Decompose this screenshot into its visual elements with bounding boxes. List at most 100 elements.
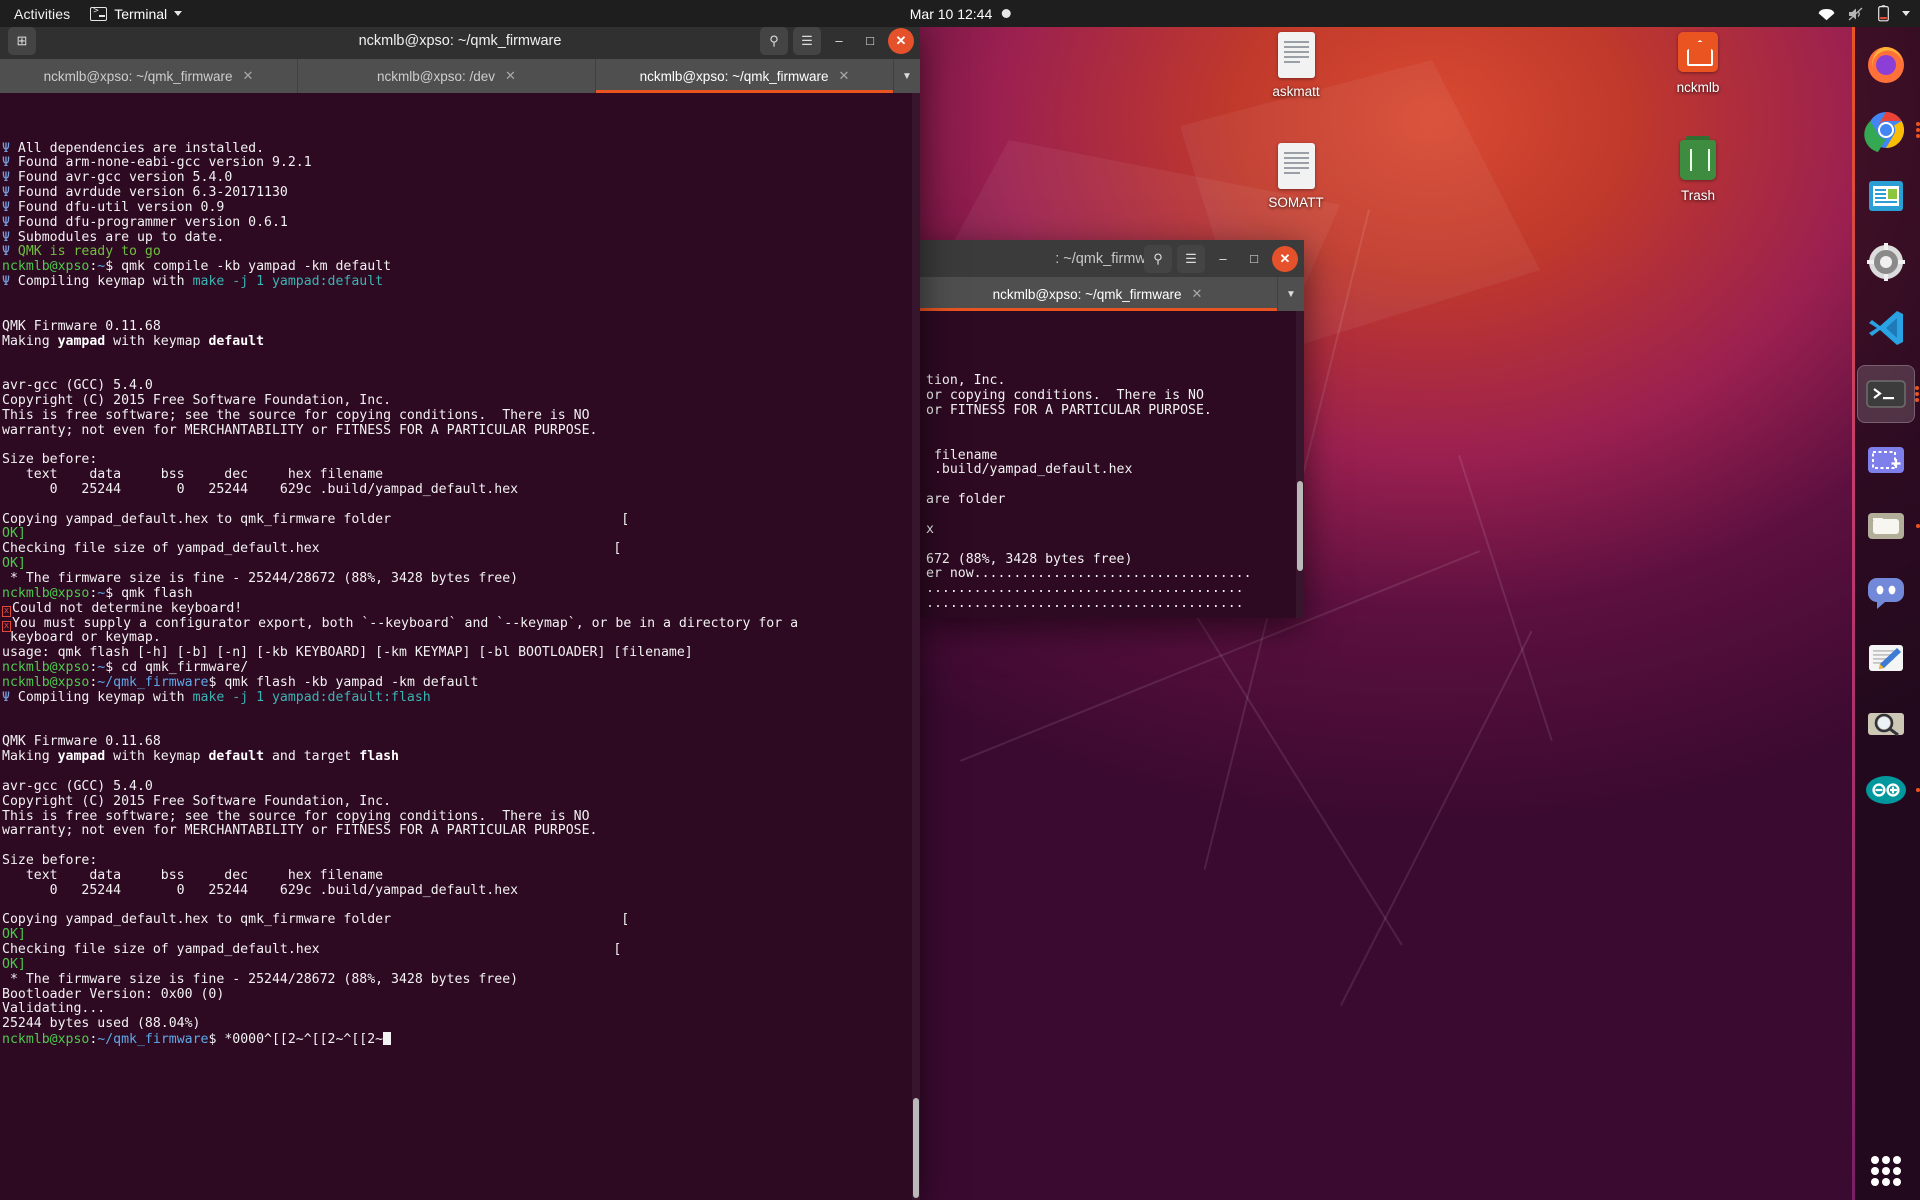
terminal-text: This is free software; see the source fo… — [2, 809, 590, 824]
tab-label: nckmlb@xpso: ~/qmk_firmware — [993, 287, 1182, 302]
dock-item-firefox[interactable] — [1857, 35, 1915, 93]
terminal-text: Ψ — [2, 215, 18, 230]
terminal-text: and target — [264, 749, 359, 764]
terminal-line: Ψ Found dfu-programmer version 0.6.1 — [2, 216, 920, 231]
titlebar-background-window[interactable]: : ~/qmk_firmware ⚲ ☰ – □ ✕ — [918, 240, 1304, 277]
scrollbar-thumb-back[interactable] — [1297, 481, 1303, 571]
libreoffice-writer-icon — [1864, 174, 1908, 218]
terminal-text: OK] — [2, 957, 26, 972]
terminal-text: default — [208, 749, 264, 764]
scrollbar-thumb-front[interactable] — [913, 1098, 919, 1198]
terminal-line: tion, Inc. — [920, 374, 1304, 389]
close-tab-icon[interactable]: ✕ — [1191, 286, 1202, 302]
close-tab-icon[interactable]: ✕ — [242, 68, 253, 84]
dock-item-terminal[interactable] — [1857, 365, 1915, 423]
terminal-line: warranty; not even for MERCHANTABILITY o… — [2, 824, 920, 839]
chevron-down-icon[interactable]: ▼ — [1278, 277, 1304, 311]
terminal-text: Size before: — [2, 853, 97, 868]
desktop-icon-somatt[interactable]: SOMATT — [1248, 143, 1344, 210]
minimize-icon[interactable]: – — [1210, 246, 1236, 272]
desktop-icon-label: askmatt — [1272, 84, 1319, 99]
maximize-icon[interactable]: □ — [1241, 246, 1267, 272]
terminal-text: This is free software; see the source fo… — [2, 408, 590, 423]
search-icon[interactable]: ⚲ — [1144, 245, 1172, 273]
dock-item-vscode[interactable] — [1857, 299, 1915, 357]
desktop-icon-trash[interactable]: Trash — [1650, 140, 1746, 203]
vscode-icon — [1864, 306, 1908, 350]
terminal-line: Ψ All dependencies are installed. — [2, 142, 920, 157]
wallpaper-line-4 — [1340, 631, 1532, 1006]
close-tab-icon[interactable]: ✕ — [838, 68, 849, 84]
running-indicator — [1916, 522, 1920, 530]
wifi-icon — [1818, 7, 1835, 21]
ubuntu-dock[interactable] — [1852, 27, 1920, 1200]
terminal-text: OK] — [2, 556, 26, 571]
terminal-text: Found avr-gcc version 5.4.0 — [18, 170, 232, 185]
gnome-top-bar[interactable]: Activities Terminal Mar 10 12:44 — [0, 0, 1920, 27]
tab-label: nckmlb@xpso: ~/qmk_firmware — [640, 69, 829, 84]
terminal-text: [ — [391, 912, 629, 927]
system-status-menu[interactable] — [1818, 5, 1910, 22]
dock-item-files[interactable] — [1857, 497, 1915, 555]
terminal-line — [2, 290, 920, 305]
tab-qmk-firmware-back[interactable]: nckmlb@xpso: ~/qmk_firmware ✕ — [918, 277, 1278, 311]
dock-item-disk-usage[interactable] — [1857, 695, 1915, 753]
activities-button[interactable]: Activities — [0, 6, 82, 22]
minimize-icon[interactable]: – — [826, 28, 852, 54]
terminal-text: Ψ — [2, 690, 18, 705]
desktop-icon-askmatt[interactable]: askmatt — [1248, 32, 1344, 99]
terminal-line: Size before: — [2, 854, 920, 869]
dock-item-screenshot[interactable] — [1857, 431, 1915, 489]
titlebar-active-window[interactable]: ⊞ nckmlb@xpso: ~/qmk_firmware ⚲ ☰ – □ ✕ — [0, 22, 920, 59]
tab-qmk-firmware-2[interactable]: nckmlb@xpso: ~/qmk_firmware ✕ — [596, 59, 894, 93]
scrollbar-track-back[interactable] — [1296, 311, 1304, 618]
close-icon[interactable]: ✕ — [888, 28, 914, 54]
dock-item-google-chrome[interactable] — [1857, 101, 1915, 159]
grid-dot — [1871, 1167, 1879, 1175]
chevron-down-icon[interactable]: ▼ — [894, 59, 920, 93]
close-tab-icon[interactable]: ✕ — [505, 68, 516, 84]
terminal-text: All dependencies are installed. — [18, 141, 264, 156]
dock-item-libreoffice-writer[interactable] — [1857, 167, 1915, 225]
terminal-text: default — [208, 334, 264, 349]
terminal-text: usage: qmk flash [-h] [-b] [-n] [-kb KEY… — [2, 645, 693, 660]
hamburger-menu-icon[interactable]: ☰ — [1177, 245, 1205, 273]
close-icon[interactable]: ✕ — [1272, 246, 1298, 272]
scrollbar-track-front[interactable] — [912, 93, 920, 1200]
terminal-text: $ qmk flash — [105, 586, 192, 601]
terminal-text: Checking file size of yampad_default.hex — [2, 942, 320, 957]
dock-item-settings[interactable] — [1857, 233, 1915, 291]
terminal-line: * The firmware size is fine - 25244/2867… — [2, 572, 920, 587]
show-applications-button[interactable] — [1871, 1156, 1901, 1186]
terminal-screen-active[interactable]: Ψ All dependencies are installed. Ψ Found… — [0, 93, 920, 1200]
terminal-text: nckmlb@xpso — [2, 660, 89, 675]
dock-item-arduino[interactable] — [1857, 761, 1915, 819]
screenshot-icon — [1864, 438, 1908, 482]
terminal-line: QMK Firmware 0.11.68 — [2, 735, 920, 750]
terminal-line: Ψ Found avrdude version 6.3-20171130 — [2, 186, 920, 201]
terminal-line: OK] — [2, 958, 920, 973]
search-icon[interactable]: ⚲ — [760, 27, 788, 55]
terminal-line: Ψ Submodules are up to date. — [2, 231, 920, 246]
maximize-icon[interactable]: □ — [857, 28, 883, 54]
terminal-window-active[interactable]: ⊞ nckmlb@xpso: ~/qmk_firmware ⚲ ☰ – □ ✕ … — [0, 22, 920, 1200]
hamburger-menu-icon[interactable]: ☰ — [793, 27, 821, 55]
terminal-text: OK] — [2, 526, 26, 541]
terminal-text: Compiling keymap with — [18, 690, 193, 705]
tab-dev[interactable]: nckmlb@xpso: /dev ✕ — [298, 59, 596, 93]
terminal-icon — [90, 7, 107, 21]
arduino-icon — [1864, 768, 1908, 812]
tab-qmk-firmware-1[interactable]: nckmlb@xpso: ~/qmk_firmware ✕ — [0, 59, 298, 93]
terminal-window-background[interactable]: : ~/qmk_firmware ⚲ ☰ – □ ✕ nckmlb@xpso: … — [918, 240, 1304, 618]
terminal-screen-background[interactable]: tion, Inc.or copying conditions. There i… — [918, 311, 1304, 618]
dock-item-discord[interactable] — [1857, 563, 1915, 621]
terminal-text: 0 25244 0 25244 629c .build/yampad_defau… — [2, 482, 518, 497]
app-menu-terminal[interactable]: Terminal — [82, 6, 190, 22]
desktop-icon-home[interactable]: nckmlb — [1650, 32, 1746, 95]
terminal-text: keyboard or keymap. — [2, 630, 161, 645]
grid-dot — [1882, 1156, 1890, 1164]
clock-button[interactable]: Mar 10 12:44 — [910, 6, 1011, 22]
dock-item-text-editor[interactable] — [1857, 629, 1915, 687]
terminal-line: OK] — [2, 928, 920, 943]
new-tab-icon[interactable]: ⊞ — [8, 27, 36, 55]
